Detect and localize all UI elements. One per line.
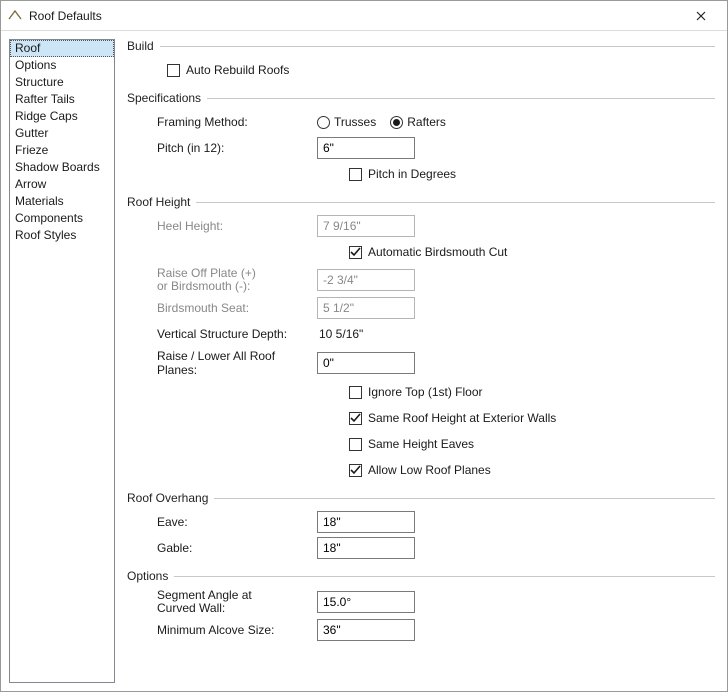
group-title-build: Build — [127, 39, 160, 53]
framing-method-radio-group: Trusses Rafters — [317, 115, 446, 129]
auto-birdsmouth-checkbox[interactable] — [349, 246, 362, 259]
group-title-options: Options — [127, 569, 174, 583]
min-alcove-input[interactable] — [317, 619, 415, 641]
heel-height-input — [317, 215, 415, 237]
birdsmouth-seat-label: Birdsmouth Seat: — [127, 301, 317, 315]
sidebar-item-shadow-boards[interactable]: Shadow Boards — [10, 159, 114, 176]
vertical-structure-depth-label: Vertical Structure Depth: — [127, 327, 317, 341]
sidebar-item-roof-styles[interactable]: Roof Styles — [10, 227, 114, 244]
auto-rebuild-checkbox[interactable] — [167, 64, 180, 77]
group-divider — [196, 202, 715, 203]
raise-off-plate-label: Raise Off Plate (+) or Birdsmouth (-): — [127, 267, 317, 293]
roof-icon — [7, 8, 23, 24]
group-divider — [160, 46, 715, 47]
same-height-eaves-checkbox[interactable] — [349, 438, 362, 451]
roof-panel: Build Auto Rebuild Roofs Specifications — [121, 31, 727, 691]
gable-label: Gable: — [127, 541, 317, 555]
min-alcove-label: Minimum Alcove Size: — [127, 623, 317, 637]
birdsmouth-seat-input — [317, 297, 415, 319]
trusses-radio[interactable] — [317, 116, 330, 129]
sidebar-item-materials[interactable]: Materials — [10, 193, 114, 210]
dialog-body: RoofOptionsStructureRafter TailsRidge Ca… — [1, 31, 727, 691]
rafters-radio[interactable] — [390, 116, 403, 129]
titlebar: Roof Defaults — [1, 1, 727, 31]
group-roof-overhang: Roof Overhang Eave: Gable: — [127, 491, 715, 559]
group-roof-height: Roof Height Heel Height: Automatic Birds… — [127, 195, 715, 481]
pitch-label: Pitch (in 12): — [127, 141, 317, 155]
heel-height-label: Heel Height: — [127, 219, 317, 233]
group-divider — [207, 98, 715, 99]
framing-method-label: Framing Method: — [127, 115, 317, 129]
group-divider — [174, 576, 715, 577]
rafters-radio-label: Rafters — [407, 115, 446, 129]
sidebar-item-structure[interactable]: Structure — [10, 74, 114, 91]
ignore-top-floor-checkbox[interactable] — [349, 386, 362, 399]
pitch-in-degrees-checkbox[interactable] — [349, 168, 362, 181]
vertical-structure-depth-value: 10 5/16" — [317, 327, 363, 341]
sidebar-item-components[interactable]: Components — [10, 210, 114, 227]
sidebar-item-ridge-caps[interactable]: Ridge Caps — [10, 108, 114, 125]
raise-off-plate-input — [317, 269, 415, 291]
same-roof-height-ext-checkbox[interactable] — [349, 412, 362, 425]
gable-input[interactable] — [317, 537, 415, 559]
sidebar-item-arrow[interactable]: Arrow — [10, 176, 114, 193]
eave-input[interactable] — [317, 511, 415, 533]
roof-defaults-dialog: Roof Defaults RoofOptionsStructureRafter… — [0, 0, 728, 692]
group-build: Build Auto Rebuild Roofs — [127, 39, 715, 81]
group-title-overhang: Roof Overhang — [127, 491, 214, 505]
segment-angle-label: Segment Angle at Curved Wall: — [127, 589, 317, 615]
group-divider — [214, 498, 715, 499]
group-title-specs: Specifications — [127, 91, 207, 105]
pitch-input[interactable] — [317, 137, 415, 159]
pitch-in-degrees-label: Pitch in Degrees — [368, 167, 456, 181]
category-sidebar[interactable]: RoofOptionsStructureRafter TailsRidge Ca… — [9, 39, 115, 683]
eave-label: Eave: — [127, 515, 317, 529]
ignore-top-floor-label: Ignore Top (1st) Floor — [368, 385, 483, 399]
sidebar-item-options[interactable]: Options — [10, 57, 114, 74]
auto-birdsmouth-label: Automatic Birdsmouth Cut — [368, 245, 507, 259]
sidebar-item-rafter-tails[interactable]: Rafter Tails — [10, 91, 114, 108]
segment-angle-input[interactable] — [317, 591, 415, 613]
sidebar-item-roof[interactable]: Roof — [10, 40, 114, 57]
sidebar-item-gutter[interactable]: Gutter — [10, 125, 114, 142]
allow-low-roof-planes-checkbox[interactable] — [349, 464, 362, 477]
same-height-eaves-label: Same Height Eaves — [368, 437, 474, 451]
sidebar-item-frieze[interactable]: Frieze — [10, 142, 114, 159]
close-button[interactable] — [683, 2, 719, 30]
allow-low-roof-planes-label: Allow Low Roof Planes — [368, 463, 491, 477]
group-title-roof-height: Roof Height — [127, 195, 196, 209]
group-options: Options Segment Angle at Curved Wall: Mi… — [127, 569, 715, 641]
group-specifications: Specifications Framing Method: Trusses — [127, 91, 715, 185]
auto-rebuild-label: Auto Rebuild Roofs — [186, 63, 289, 77]
close-icon — [696, 11, 706, 21]
same-roof-height-ext-label: Same Roof Height at Exterior Walls — [368, 411, 556, 425]
window-title: Roof Defaults — [29, 9, 683, 23]
trusses-radio-label: Trusses — [334, 115, 376, 129]
raise-lower-input[interactable] — [317, 352, 415, 374]
raise-lower-label: Raise / Lower All Roof Planes: — [127, 349, 317, 377]
